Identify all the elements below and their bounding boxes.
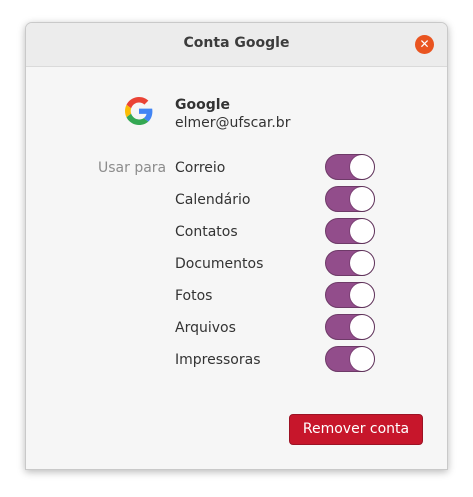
window-title: Conta Google <box>183 35 290 51</box>
toggle-knob <box>350 283 374 307</box>
toggle-files[interactable] <box>325 314 375 340</box>
service-label-calendar: Calendário <box>175 192 251 208</box>
toggle-knob <box>350 155 374 179</box>
toggle-knob <box>350 187 374 211</box>
service-label-documents: Documentos <box>175 256 264 272</box>
close-button[interactable]: ✕ <box>415 35 434 54</box>
service-label-printers: Impressoras <box>175 352 261 368</box>
close-icon: ✕ <box>419 37 430 51</box>
toggle-documents[interactable] <box>325 250 375 276</box>
google-logo-icon <box>125 97 153 129</box>
toggle-knob <box>350 219 374 243</box>
toggle-knob <box>350 251 374 275</box>
service-label-mail: Correio <box>175 160 226 176</box>
service-label-photos: Fotos <box>175 288 213 304</box>
account-email: elmer@ufscar.br <box>175 115 291 131</box>
service-label-contacts: Contatos <box>175 224 238 240</box>
toggle-mail[interactable] <box>325 154 375 180</box>
toggle-printers[interactable] <box>325 346 375 372</box>
service-label-files: Arquivos <box>175 320 236 336</box>
remove-account-button[interactable]: Remover conta <box>289 414 423 445</box>
toggle-photos[interactable] <box>325 282 375 308</box>
toggle-knob <box>350 347 374 371</box>
toggle-knob <box>350 315 374 339</box>
toggle-calendar[interactable] <box>325 186 375 212</box>
use-for-label: Usar para <box>98 160 167 176</box>
account-dialog: Conta Google ✕ Google elmer@ufscar.br Us… <box>25 22 448 470</box>
account-provider: Google <box>175 97 231 113</box>
titlebar[interactable]: Conta Google ✕ <box>26 23 447 67</box>
toggle-contacts[interactable] <box>325 218 375 244</box>
